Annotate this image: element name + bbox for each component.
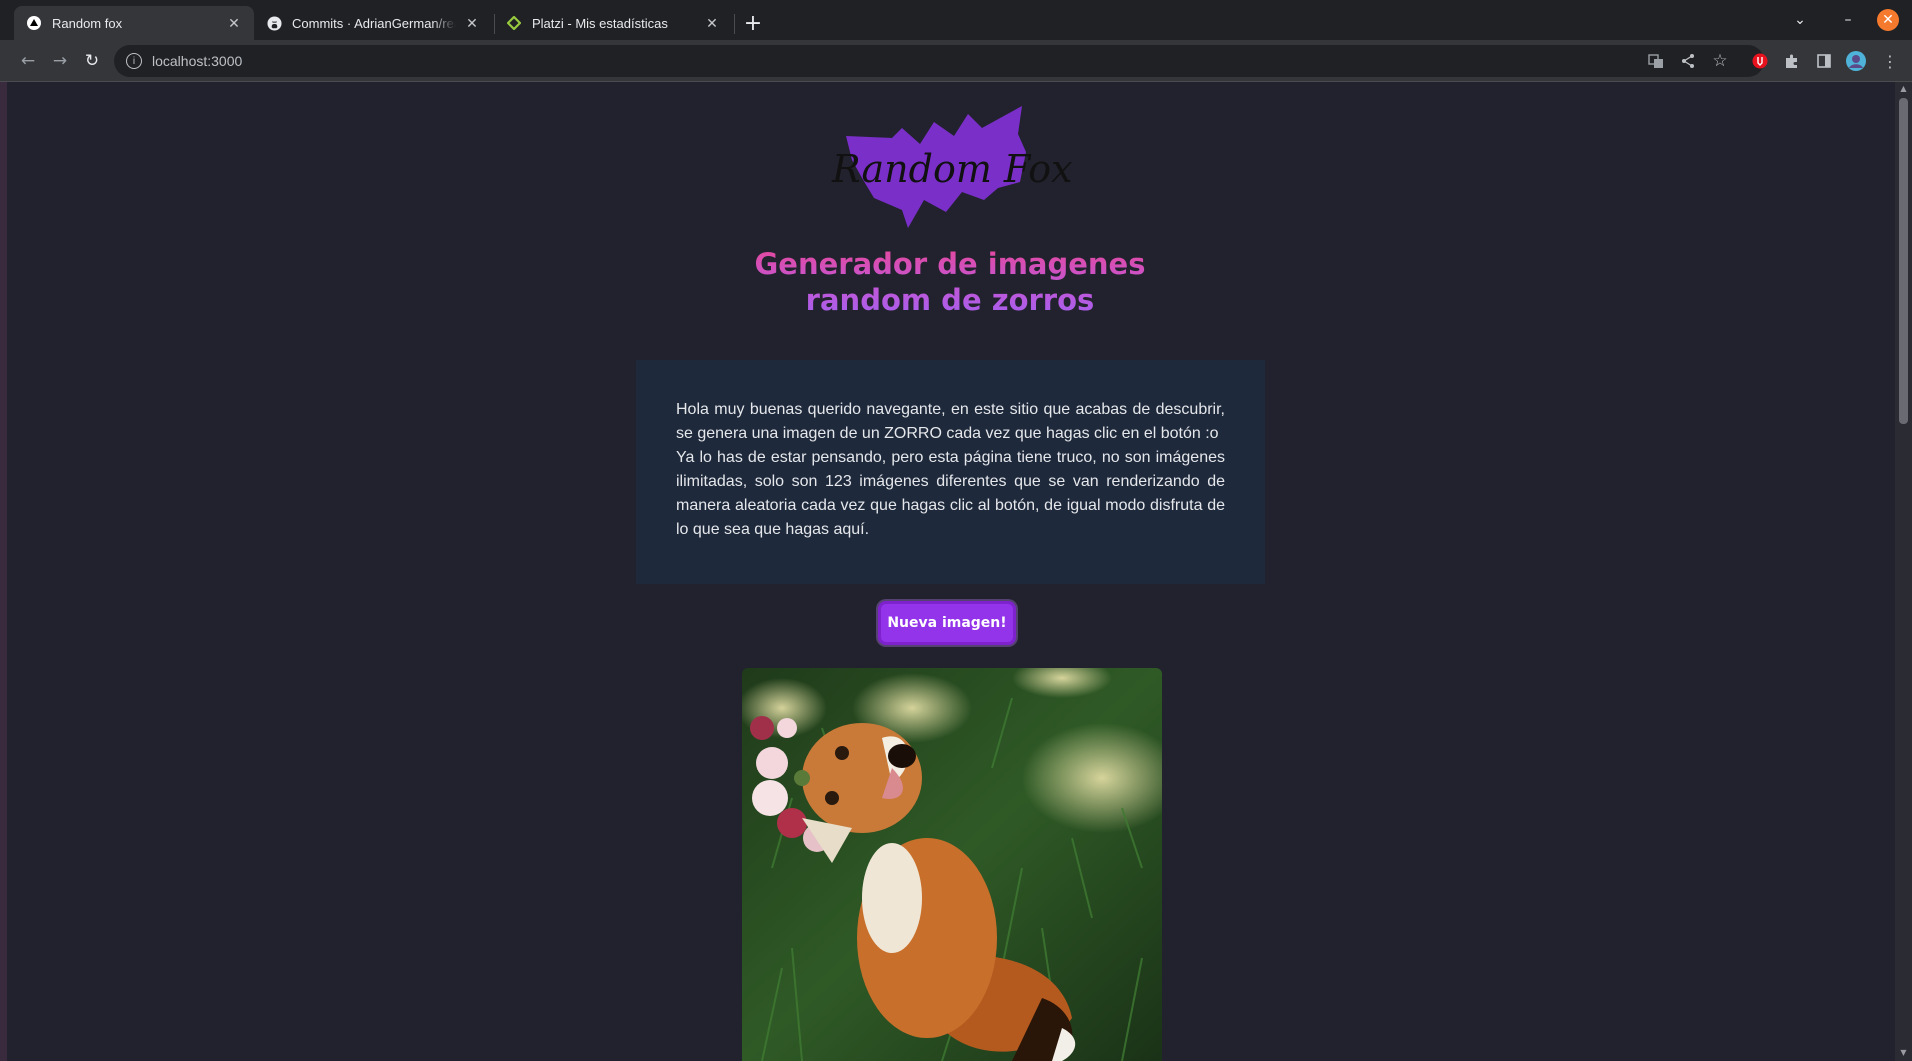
tab-commits[interactable]: Commits · AdrianGerman/rea ✕: [254, 6, 492, 40]
menu-kebab-icon[interactable]: ⋮: [1880, 51, 1900, 71]
new-tab-button[interactable]: +: [740, 10, 766, 36]
info-icon[interactable]: i: [126, 53, 142, 69]
close-icon[interactable]: ✕: [464, 15, 480, 31]
scroll-down-arrow[interactable]: ▼: [1899, 1048, 1908, 1057]
url-text: localhost:3000: [152, 53, 243, 69]
github-icon: [266, 15, 282, 31]
side-panel-icon[interactable]: [1814, 51, 1834, 71]
triangle-icon: [26, 15, 42, 31]
logo-text: Random Fox Site: [831, 147, 1072, 191]
tab-platzi[interactable]: Platzi - Mis estadísticas ✕: [494, 6, 732, 40]
forward-button[interactable]: →: [48, 50, 72, 72]
browser-toolbar: ← → ↻ i localhost:3000 ☆ ⋮: [0, 40, 1912, 82]
intro-text: Hola muy buenas querido navegante, en es…: [676, 398, 1225, 542]
close-icon[interactable]: ✕: [704, 15, 720, 31]
bookmark-star-icon[interactable]: ☆: [1710, 51, 1730, 71]
page-title-line2: random de zorros: [805, 283, 1095, 317]
intro-paragraph: Ya lo has de estar pensando, pero esta p…: [676, 449, 1225, 538]
window-edge: [0, 82, 7, 1061]
translate-icon[interactable]: [1646, 51, 1666, 71]
new-image-button[interactable]: Nueva imagen!: [878, 601, 1016, 645]
scrollbar-thumb[interactable]: [1899, 98, 1908, 424]
reload-button[interactable]: ↻: [80, 50, 104, 72]
page-title-line1: Generador de imagenes: [754, 247, 1146, 281]
fox-image: [742, 668, 1162, 1061]
intro-paragraph: Hola muy buenas querido navegante, en es…: [676, 401, 1225, 442]
tab-separator: [734, 14, 735, 34]
page-title: Generador de imagenes random de zorros: [700, 246, 1200, 318]
address-bar[interactable]: i localhost:3000: [114, 45, 1764, 77]
tab-random-fox[interactable]: Random fox ✕: [14, 6, 254, 40]
platzi-icon: [506, 15, 522, 31]
tab-strip: Random fox ✕ Commits · AdrianGerman/rea …: [0, 0, 1912, 40]
site-logo: Random Fox Site: [822, 100, 1161, 230]
window-close-button[interactable]: ✕: [1877, 9, 1899, 31]
scroll-up-arrow[interactable]: ▲: [1899, 84, 1908, 93]
share-icon[interactable]: [1678, 51, 1698, 71]
back-button[interactable]: ←: [16, 50, 40, 72]
profile-avatar[interactable]: [1846, 51, 1866, 71]
tab-search-icon[interactable]: ⌄: [1786, 8, 1814, 32]
tab-title: Platzi - Mis estadísticas: [532, 15, 668, 31]
intro-card: Hola muy buenas querido navegante, en es…: [636, 360, 1265, 584]
tab-title: Random fox: [52, 15, 123, 31]
extension-red-icon[interactable]: [1750, 51, 1770, 71]
close-icon[interactable]: ✕: [226, 15, 242, 31]
extensions-puzzle-icon[interactable]: [1782, 51, 1802, 71]
tab-title: Commits · AdrianGerman/rea: [292, 15, 456, 31]
